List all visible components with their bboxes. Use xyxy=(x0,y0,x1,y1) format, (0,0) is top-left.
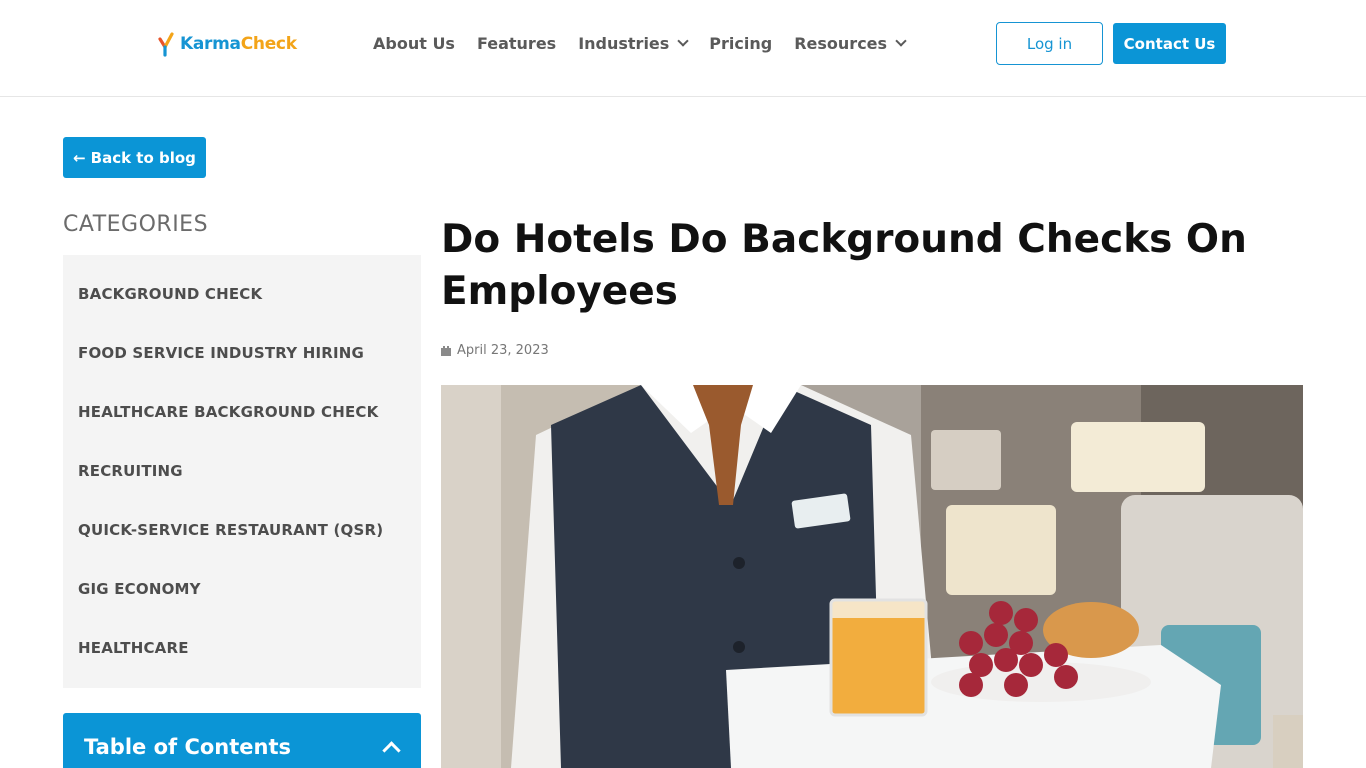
toc-title: Table of Contents xyxy=(84,735,292,759)
article-meta: April 23, 2023 xyxy=(441,343,549,358)
main-nav: About Us Features Industries Pricing Res… xyxy=(373,31,927,55)
login-button[interactable]: Log in xyxy=(996,22,1103,65)
karmacheck-logo-icon xyxy=(157,31,179,57)
back-to-blog-label: Back to blog xyxy=(90,148,196,167)
category-link-qsr[interactable]: QUICK-SERVICE RESTAURANT (QSR) xyxy=(78,521,383,539)
chevron-down-icon xyxy=(677,34,689,47)
category-link-background-check[interactable]: BACKGROUND CHECK xyxy=(78,285,262,303)
logo-wordmark: KarmaCheck xyxy=(180,34,297,54)
category-link-recruiting[interactable]: RECRUITING xyxy=(78,462,183,480)
category-link-healthcare[interactable]: HEALTHCARE xyxy=(78,639,189,657)
nav-pricing[interactable]: Pricing xyxy=(709,31,772,55)
arrow-left-icon: ← xyxy=(73,148,86,167)
site-header: KarmaCheck About Us Features Industries … xyxy=(0,0,1366,97)
categories-list: BACKGROUND CHECK FOOD SERVICE INDUSTRY H… xyxy=(63,255,421,688)
categories-heading: CATEGORIES xyxy=(63,212,209,237)
calendar-icon xyxy=(441,345,451,356)
article-title: Do Hotels Do Background Checks On Employ… xyxy=(441,217,1247,314)
nav-about-us[interactable]: About Us xyxy=(373,31,455,55)
category-link-healthcare-background-check[interactable]: HEALTHCARE BACKGROUND CHECK xyxy=(78,403,378,421)
category-link-food-service[interactable]: FOOD SERVICE INDUSTRY HIRING xyxy=(78,344,364,362)
hero-image xyxy=(441,385,1303,768)
back-to-blog-button[interactable]: ← Back to blog xyxy=(63,137,206,178)
table-of-contents-toggle[interactable]: Table of Contents xyxy=(63,713,421,768)
karmacheck-logo[interactable]: KarmaCheck xyxy=(157,30,297,58)
nav-industries[interactable]: Industries xyxy=(578,31,689,55)
nav-resources[interactable]: Resources xyxy=(794,31,907,55)
publish-date: April 23, 2023 xyxy=(457,343,549,358)
contact-us-button[interactable]: Contact Us xyxy=(1113,23,1226,64)
chevron-up-icon xyxy=(382,741,401,760)
nav-features[interactable]: Features xyxy=(477,31,556,55)
hotel-waiter-serving-breakfast-icon xyxy=(441,385,1303,768)
chevron-down-icon xyxy=(895,34,907,47)
category-link-gig-economy[interactable]: GIG ECONOMY xyxy=(78,580,201,598)
